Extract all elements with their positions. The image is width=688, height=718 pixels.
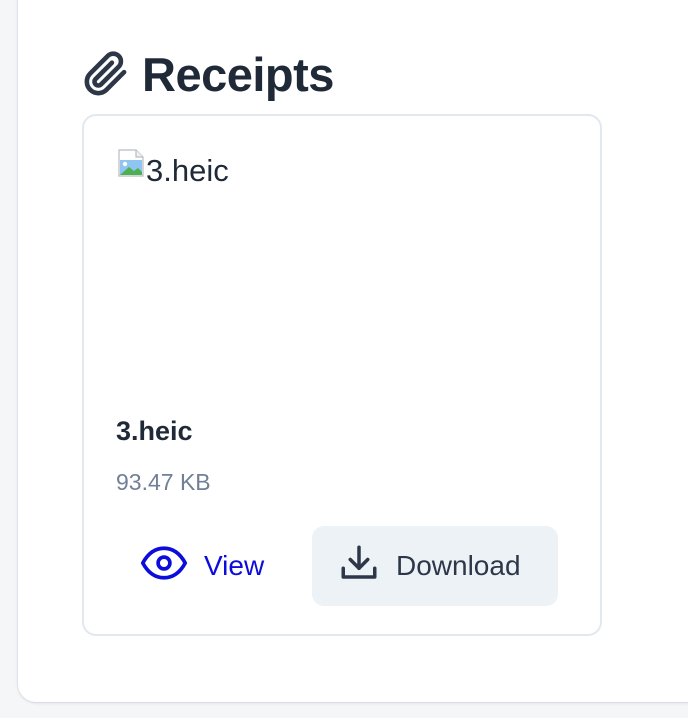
image-alt-text: 3.heic <box>146 153 229 188</box>
receipt-card: 3.heic 3.heic 93.47 KB View Download <box>82 114 602 636</box>
section-header: Receipts <box>82 44 334 104</box>
view-button-label: View <box>204 550 265 581</box>
receipt-actions: View Download <box>116 526 558 606</box>
view-button[interactable]: View <box>116 526 302 606</box>
download-icon <box>338 542 380 591</box>
receipt-thumbnail[interactable]: 3.heic <box>116 148 572 388</box>
paperclip-icon <box>82 50 130 98</box>
file-size: 93.47 KB <box>116 469 211 495</box>
file-name: 3.heic <box>116 416 193 446</box>
eye-icon <box>140 543 188 590</box>
section-title: Receipts <box>142 47 334 101</box>
download-button-label: Download <box>396 550 521 581</box>
broken-image-icon <box>116 148 146 178</box>
download-button[interactable]: Download <box>312 526 558 606</box>
